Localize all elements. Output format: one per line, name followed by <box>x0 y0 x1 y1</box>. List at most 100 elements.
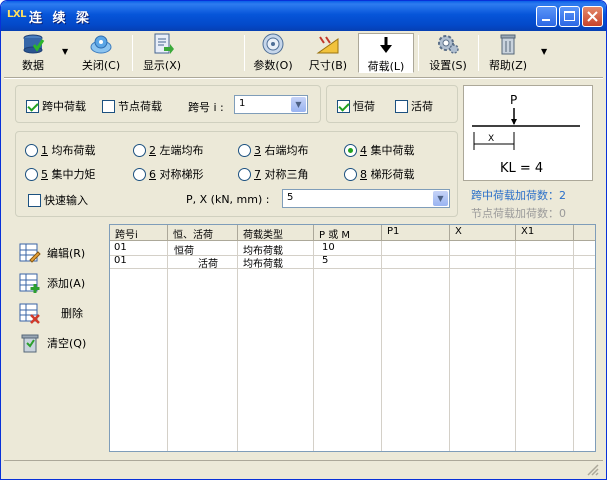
help-label: 帮助(Z) <box>488 59 528 72</box>
edit-button[interactable]: 编辑(R) <box>19 241 85 265</box>
load-type-radio-2[interactable]: 2 左端均布 <box>133 142 204 158</box>
load-type-radio-6[interactable]: 6 对称梯形 <box>133 166 204 182</box>
px-input-value: 5 <box>287 192 294 203</box>
node-load-label: 节点荷载 <box>118 100 162 113</box>
column-header[interactable]: X1 <box>516 225 574 241</box>
minimize-icon <box>537 15 556 29</box>
size-button[interactable]: 尺寸(B) <box>304 33 352 73</box>
maximize-icon <box>560 11 579 29</box>
grid-line <box>573 241 574 451</box>
delete-row-icon <box>19 302 41 324</box>
midspan-load-checkbox[interactable]: 跨中荷载 <box>26 98 86 114</box>
radio-circle <box>238 143 251 157</box>
toolbar-separator <box>132 35 133 71</box>
delete-button[interactable]: 删除 <box>19 301 83 325</box>
radio-circle <box>25 167 38 181</box>
chevron-down-icon[interactable]: ▼ <box>291 97 306 112</box>
radio-circle <box>133 143 146 157</box>
grid-line <box>515 241 516 451</box>
checkbox-box <box>102 99 115 113</box>
data-dropdown-arrow-icon[interactable]: ▼ <box>62 47 68 56</box>
load-type-radio-5[interactable]: 5 集中力矩 <box>25 166 96 182</box>
close-icon <box>583 11 602 29</box>
delete-label: 删除 <box>61 307 83 320</box>
table-cell: 恒荷 <box>174 246 194 257</box>
load-type-label: 对称三角 <box>264 168 309 181</box>
row-line <box>110 268 595 269</box>
table-cell: 01 <box>114 242 127 253</box>
load-type-radio-3[interactable]: 3 右端均布 <box>238 142 309 158</box>
maximize-button[interactable] <box>559 6 580 27</box>
column-header[interactable]: X <box>450 225 516 241</box>
app-logo: LXL <box>7 9 26 20</box>
database-icon <box>21 33 45 55</box>
column-header[interactable]: P 或 M <box>314 225 382 241</box>
load-type-radio-8[interactable]: 8 梯形荷载 <box>344 166 415 182</box>
span-select[interactable]: 1 ▼ <box>234 95 308 114</box>
load-type-num: 4 <box>360 143 367 157</box>
load-type-label: 对称梯形 <box>159 168 204 181</box>
add-button[interactable]: 添加(A) <box>19 271 85 295</box>
main-window: LXL 连 续 梁 数据 ▼ 关闭(C) 显示(X) 参数(O) 尺寸(B) 荷… <box>0 0 607 480</box>
load-kind-group: 跨中荷载 节点荷载 跨号 i : 1 ▼ <box>15 85 321 123</box>
load-table[interactable]: 跨号i 恒、活荷 荷载类型 P 或 M P1 X X1 01 恒荷 均布荷载 1… <box>109 224 596 452</box>
gear-icon <box>436 33 460 55</box>
resize-grip-icon[interactable] <box>587 464 599 476</box>
display-doc-icon <box>150 33 174 55</box>
load-type-label: 集中荷载 <box>370 144 415 157</box>
load-type-label: 梯形荷载 <box>370 168 415 181</box>
load-type-radio-1[interactable]: 1 均布荷载 <box>25 142 96 158</box>
quick-input-checkbox[interactable]: 快速输入 <box>28 192 88 208</box>
clear-label: 清空(Q) <box>47 337 87 350</box>
params-button[interactable]: 参数(O) <box>250 33 296 73</box>
load-type-radio-7[interactable]: 7 对称三角 <box>238 166 309 182</box>
close-window-button[interactable] <box>582 6 603 27</box>
settings-button[interactable]: 设置(S) <box>424 33 472 73</box>
minimize-button[interactable] <box>536 6 557 27</box>
load-type-label: 左端均布 <box>159 144 204 157</box>
display-label: 显示(X) <box>142 59 182 72</box>
grid-line <box>237 241 238 451</box>
quick-input-label: 快速输入 <box>44 194 88 207</box>
radio-circle <box>344 167 357 181</box>
live-load-checkbox[interactable]: 活荷 <box>395 98 433 114</box>
load-type-label: 右端均布 <box>264 144 309 157</box>
px-label: P, X (kN, mm) : <box>186 193 270 206</box>
column-header[interactable]: 荷载类型 <box>238 225 314 241</box>
diagram-kl-label: KL = 4 <box>500 161 543 176</box>
data-button[interactable]: 数据 <box>14 33 52 73</box>
span-select-value: 1 <box>239 98 246 109</box>
checkbox-box <box>337 99 350 113</box>
grid-line <box>313 241 314 451</box>
edit-table-icon <box>19 242 41 264</box>
dead-load-checkbox[interactable]: 恒荷 <box>337 98 375 114</box>
checkbox-box <box>26 99 39 113</box>
add-label: 添加(A) <box>47 277 86 290</box>
disc-icon <box>261 33 285 55</box>
dead-live-group: 恒荷 活荷 <box>326 85 458 123</box>
chevron-down-icon[interactable]: ▼ <box>433 191 448 206</box>
column-header[interactable]: P1 <box>382 225 450 241</box>
radio-circle <box>25 143 38 157</box>
title-bar[interactable]: LXL 连 续 梁 <box>1 1 606 31</box>
help-dropdown-arrow-icon[interactable]: ▼ <box>541 47 547 56</box>
load-type-num: 8 <box>360 167 367 181</box>
clear-button[interactable]: 清空(Q) <box>19 331 86 355</box>
params-label: 参数(O) <box>253 59 293 72</box>
display-button[interactable]: 显示(X) <box>138 33 186 73</box>
column-header[interactable]: 跨号i <box>110 225 168 241</box>
close-button[interactable]: 关闭(C) <box>76 33 126 73</box>
midspan-load-label: 跨中荷载 <box>42 100 86 113</box>
node-load-checkbox[interactable]: 节点荷载 <box>102 98 162 114</box>
help-button[interactable]: 帮助(Z) <box>484 33 532 73</box>
load-button[interactable]: 荷载(L) <box>358 33 414 73</box>
checkbox-box <box>28 193 41 207</box>
load-type-radio-4[interactable]: 4 集中荷载 <box>344 142 415 158</box>
toolbar: 数据 ▼ 关闭(C) 显示(X) 参数(O) 尺寸(B) 荷载(L) 设置(S)… <box>4 31 603 75</box>
load-type-label: 均布荷载 <box>51 144 96 157</box>
midspan-count: 跨中荷载加荷数：2 <box>471 189 566 202</box>
load-type-num: 6 <box>149 167 156 181</box>
column-header[interactable]: 恒、活荷 <box>168 225 238 241</box>
px-input[interactable]: 5 ▼ <box>282 189 450 208</box>
beam-diagram-svg: P X KL = 4 <box>472 93 580 176</box>
